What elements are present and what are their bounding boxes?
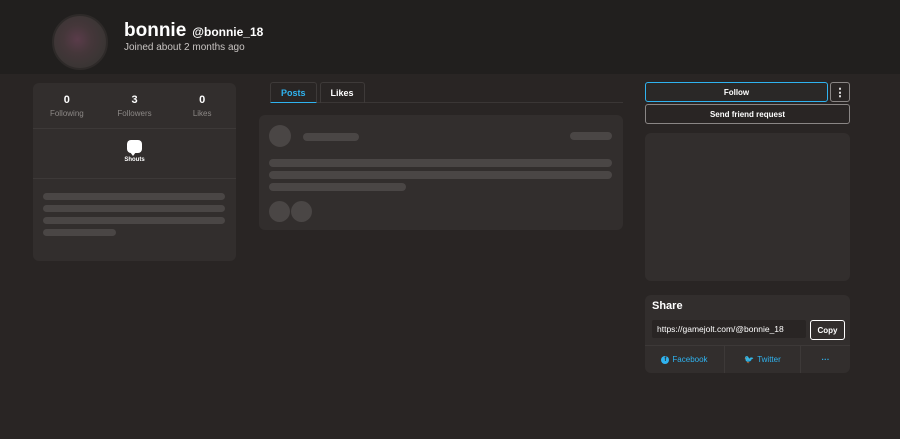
skeleton-line <box>43 193 225 200</box>
skeleton-button <box>291 201 312 222</box>
stat-value: 0 <box>199 94 206 106</box>
stat-value: 3 <box>131 94 138 106</box>
stat-following[interactable]: 0 Following <box>33 83 101 128</box>
skeleton-line <box>269 183 406 191</box>
stat-likes[interactable]: 0 Likes <box>168 83 236 128</box>
share-card: Share https://gamejolt.com/@bonnie_18 Co… <box>645 295 850 373</box>
stat-value: 0 <box>63 94 70 106</box>
shouts-label: Shouts <box>124 157 145 163</box>
skeleton-avatar <box>269 125 291 147</box>
stat-label: Following <box>49 109 84 118</box>
more-options-button[interactable]: ⋮ <box>830 82 850 102</box>
send-friend-request-button[interactable]: Send friend request <box>645 104 850 124</box>
twitter-icon: 🐦 <box>744 355 755 364</box>
skeleton-line <box>43 205 225 212</box>
joined-date: Joined about 2 months ago <box>124 42 245 53</box>
share-links: f Facebook 🐦 Twitter ··· <box>645 346 850 373</box>
skeleton-line <box>303 133 359 141</box>
facebook-label: Facebook <box>672 355 708 364</box>
facebook-icon: f <box>661 355 670 364</box>
skeleton-line <box>570 132 612 140</box>
shouts-button[interactable]: Shouts <box>33 129 236 179</box>
share-url-field[interactable]: https://gamejolt.com/@bonnie_18 <box>652 320 806 338</box>
username[interactable]: @bonnie_18 <box>192 25 263 39</box>
share-more-button[interactable]: ··· <box>801 346 850 373</box>
profile-name-row: bonnie @bonnie_18 <box>124 20 263 42</box>
share-facebook-link[interactable]: f Facebook <box>645 346 725 373</box>
follow-button[interactable]: Follow <box>645 82 828 102</box>
speech-bubble-icon <box>127 140 142 156</box>
stat-label: Likes <box>192 109 212 118</box>
avatar[interactable] <box>52 14 108 70</box>
display-name: bonnie <box>124 20 187 41</box>
skeleton-line <box>43 217 225 224</box>
copy-button[interactable]: Copy <box>810 320 845 340</box>
stats-row: 0 Following 3 Followers 0 Likes <box>33 83 236 129</box>
post-skeleton-card <box>259 115 623 230</box>
skeleton-button <box>269 201 290 222</box>
share-twitter-link[interactable]: 🐦 Twitter <box>725 346 801 373</box>
skeleton-line <box>269 159 612 167</box>
stat-label: Followers <box>117 109 152 118</box>
profile-stats-card: 0 Following 3 Followers 0 Likes Shouts <box>33 83 236 261</box>
skeleton-line <box>43 229 116 236</box>
stat-followers[interactable]: 3 Followers <box>101 83 169 128</box>
profile-tabs: Posts Likes <box>270 82 623 103</box>
tab-likes[interactable]: Likes <box>319 82 365 103</box>
share-title: Share <box>652 300 683 312</box>
ad-placeholder <box>645 133 850 281</box>
tab-posts[interactable]: Posts <box>270 82 317 103</box>
twitter-label: Twitter <box>757 355 781 364</box>
skeleton-line <box>269 171 612 179</box>
